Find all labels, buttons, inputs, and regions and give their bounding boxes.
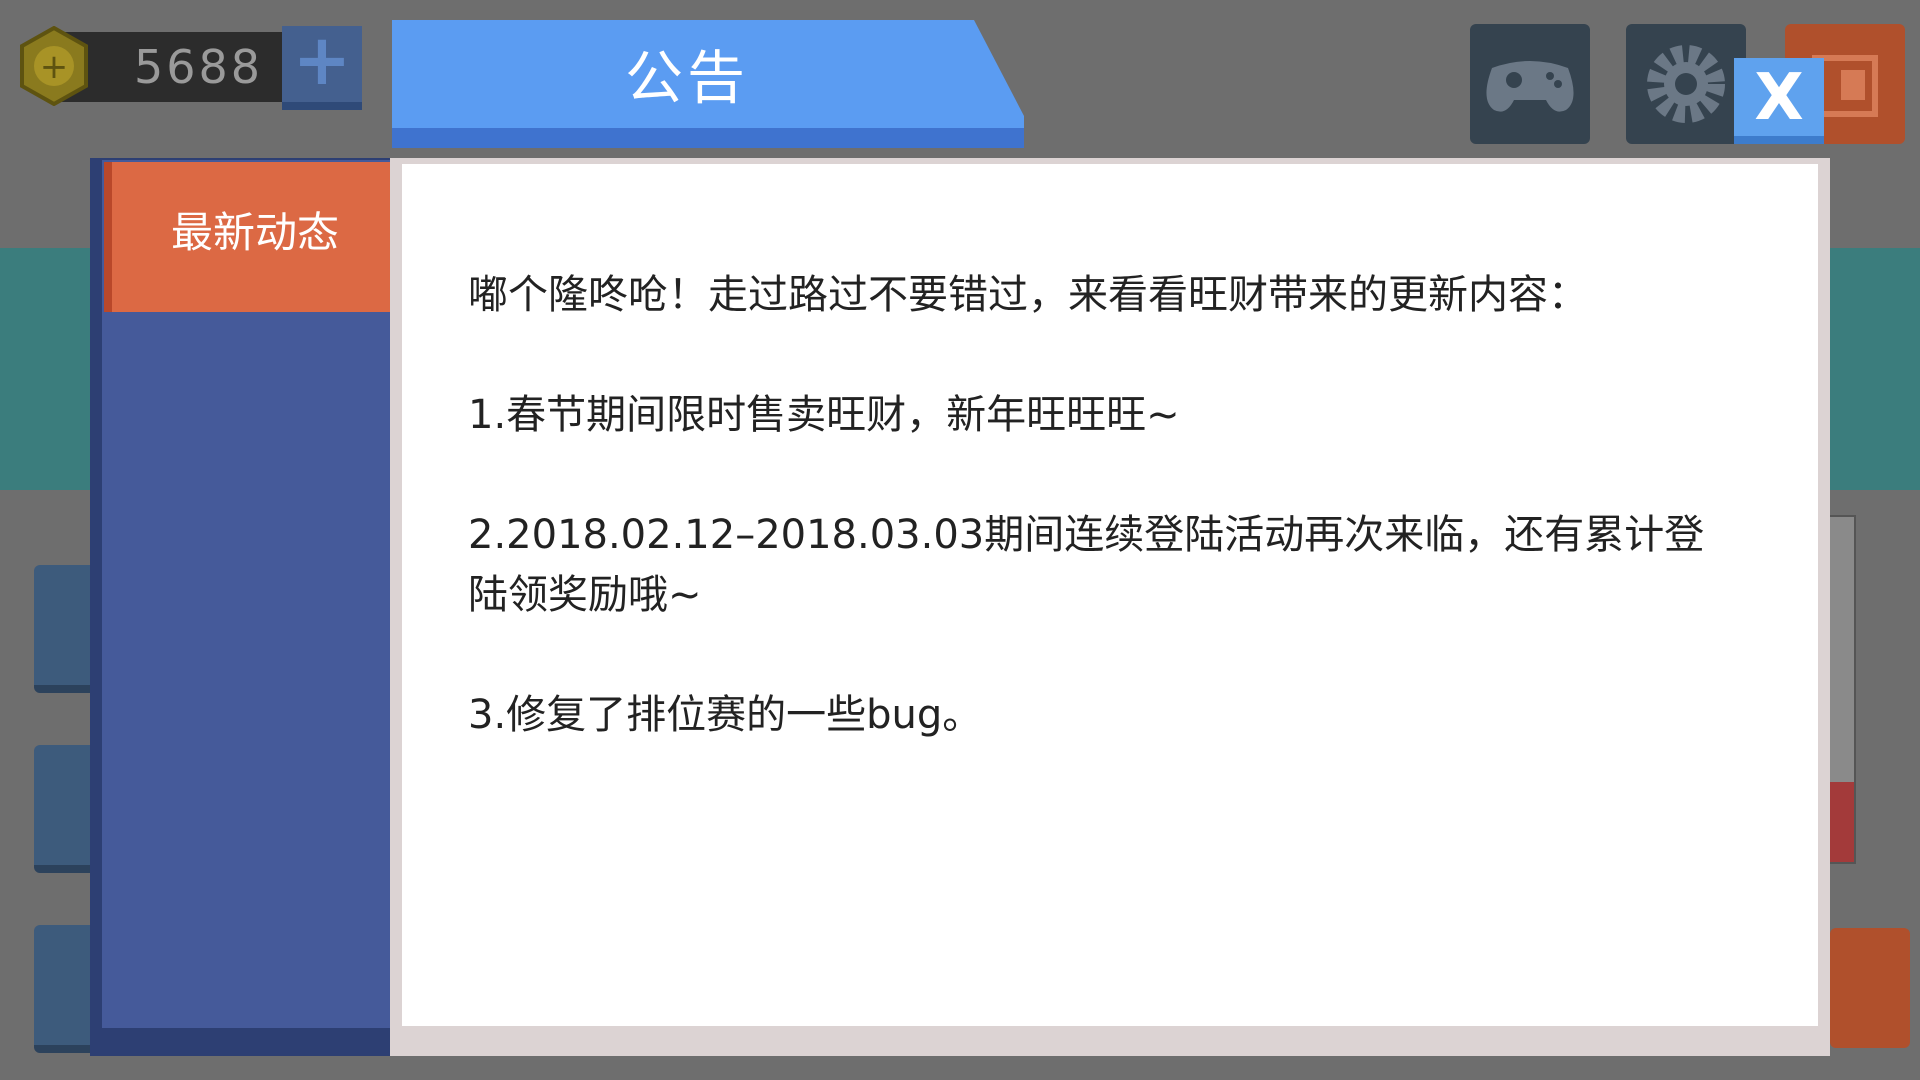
announcement-line: 嘟个隆咚呛！走过路过不要错过，来看看旺财带来的更新内容：: [468, 272, 1588, 318]
tab-latest-news[interactable]: 最新动态: [104, 162, 398, 312]
gear-icon: [1647, 45, 1725, 123]
gamepad-button[interactable]: [1470, 24, 1590, 144]
close-button[interactable]: X: [1734, 58, 1824, 144]
settings-button[interactable]: [1626, 24, 1746, 144]
announcement-line: 2.2018.02.12–2018.03.03期间连续登陆活动再次来临，还有累计…: [468, 512, 1705, 618]
announcement-line: 1.春节期间限时售卖旺财，新年旺旺旺~: [468, 392, 1180, 438]
add-coins-button[interactable]: +: [282, 25, 362, 110]
announcement-text: 嘟个隆咚呛！走过路过不要错过，来看看旺财带来的更新内容： 1.春节期间限时售卖旺…: [468, 205, 1728, 805]
coin-value: 5688: [134, 40, 264, 94]
coin-counter: + 5688 +: [14, 25, 364, 110]
gamepad-icon: [1486, 61, 1574, 112]
dialog-title: 公告: [624, 44, 749, 112]
svg-text:+: +: [40, 47, 69, 87]
background-corner-button: [1830, 928, 1910, 1048]
announcement-line: 3.修复了排位赛的一些bug。: [468, 692, 983, 738]
coin-icon: +: [20, 26, 88, 106]
